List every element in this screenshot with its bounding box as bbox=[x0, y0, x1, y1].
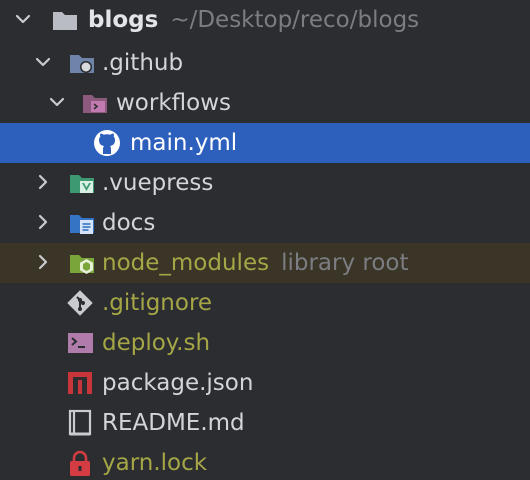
tree-item-label: main.yml bbox=[130, 130, 238, 156]
project-tree: blogs ~/Desktop/reco/blogs .github workfl… bbox=[0, 0, 530, 480]
chevron-right-icon[interactable] bbox=[32, 211, 54, 233]
tree-row-main-yml[interactable]: main.yml bbox=[0, 123, 530, 163]
book-icon bbox=[68, 409, 92, 436]
workflows-folder-icon bbox=[83, 95, 107, 113]
tree-item-label: .vuepress bbox=[102, 170, 214, 196]
tree-row-github-folder[interactable]: .github bbox=[0, 43, 530, 83]
nodejs-folder-icon bbox=[70, 255, 94, 274]
tree-item-label: docs bbox=[102, 210, 156, 236]
tree-item-label: .github bbox=[102, 50, 184, 76]
tree-row-workflows[interactable]: workflows bbox=[0, 83, 530, 123]
root-folder-path: ~/Desktop/reco/blogs bbox=[170, 7, 420, 33]
tree-row-vuepress[interactable]: .vuepress bbox=[0, 163, 530, 203]
chevron-right-icon[interactable] bbox=[32, 251, 54, 273]
lock-icon bbox=[70, 450, 90, 476]
tree-row-docs[interactable]: docs bbox=[0, 203, 530, 243]
tree-row-gitignore[interactable]: .gitignore bbox=[0, 283, 530, 323]
root-folder-name: blogs bbox=[88, 7, 159, 33]
tree-row-package-json[interactable]: package.json bbox=[0, 363, 530, 403]
tree-row-readme[interactable]: README.md bbox=[0, 403, 530, 443]
github-folder-icon bbox=[70, 55, 94, 73]
npm-icon bbox=[68, 372, 92, 394]
tree-item-label: yarn.lock bbox=[102, 450, 208, 476]
tree-row-blogs[interactable]: blogs ~/Desktop/reco/blogs bbox=[0, 0, 530, 40]
git-icon bbox=[67, 290, 93, 316]
tree-row-yarn-lock[interactable]: yarn.lock bbox=[0, 443, 530, 480]
tree-row-deploy-sh[interactable]: deploy.sh bbox=[0, 323, 530, 363]
tree-item-label: README.md bbox=[102, 410, 245, 436]
tree-item-label: workflows bbox=[116, 90, 232, 116]
tree-item-label: .gitignore bbox=[102, 290, 213, 316]
chevron-down-icon[interactable] bbox=[12, 8, 34, 30]
chevron-down-icon[interactable] bbox=[32, 51, 54, 73]
github-icon bbox=[94, 130, 120, 156]
document-folder-icon bbox=[70, 215, 94, 234]
vue-folder-icon bbox=[70, 175, 94, 193]
tree-item-label: package.json bbox=[102, 370, 254, 396]
tree-item-label: node_modules bbox=[102, 250, 270, 276]
tree-item-label: deploy.sh bbox=[102, 330, 211, 356]
folder-icon bbox=[53, 12, 77, 30]
chevron-right-icon[interactable] bbox=[32, 171, 54, 193]
chevron-down-icon[interactable] bbox=[46, 91, 68, 113]
library-root-hint: library root bbox=[281, 250, 409, 276]
terminal-icon bbox=[68, 333, 93, 353]
tree-row-node-modules[interactable]: node_modules library root bbox=[0, 243, 530, 283]
